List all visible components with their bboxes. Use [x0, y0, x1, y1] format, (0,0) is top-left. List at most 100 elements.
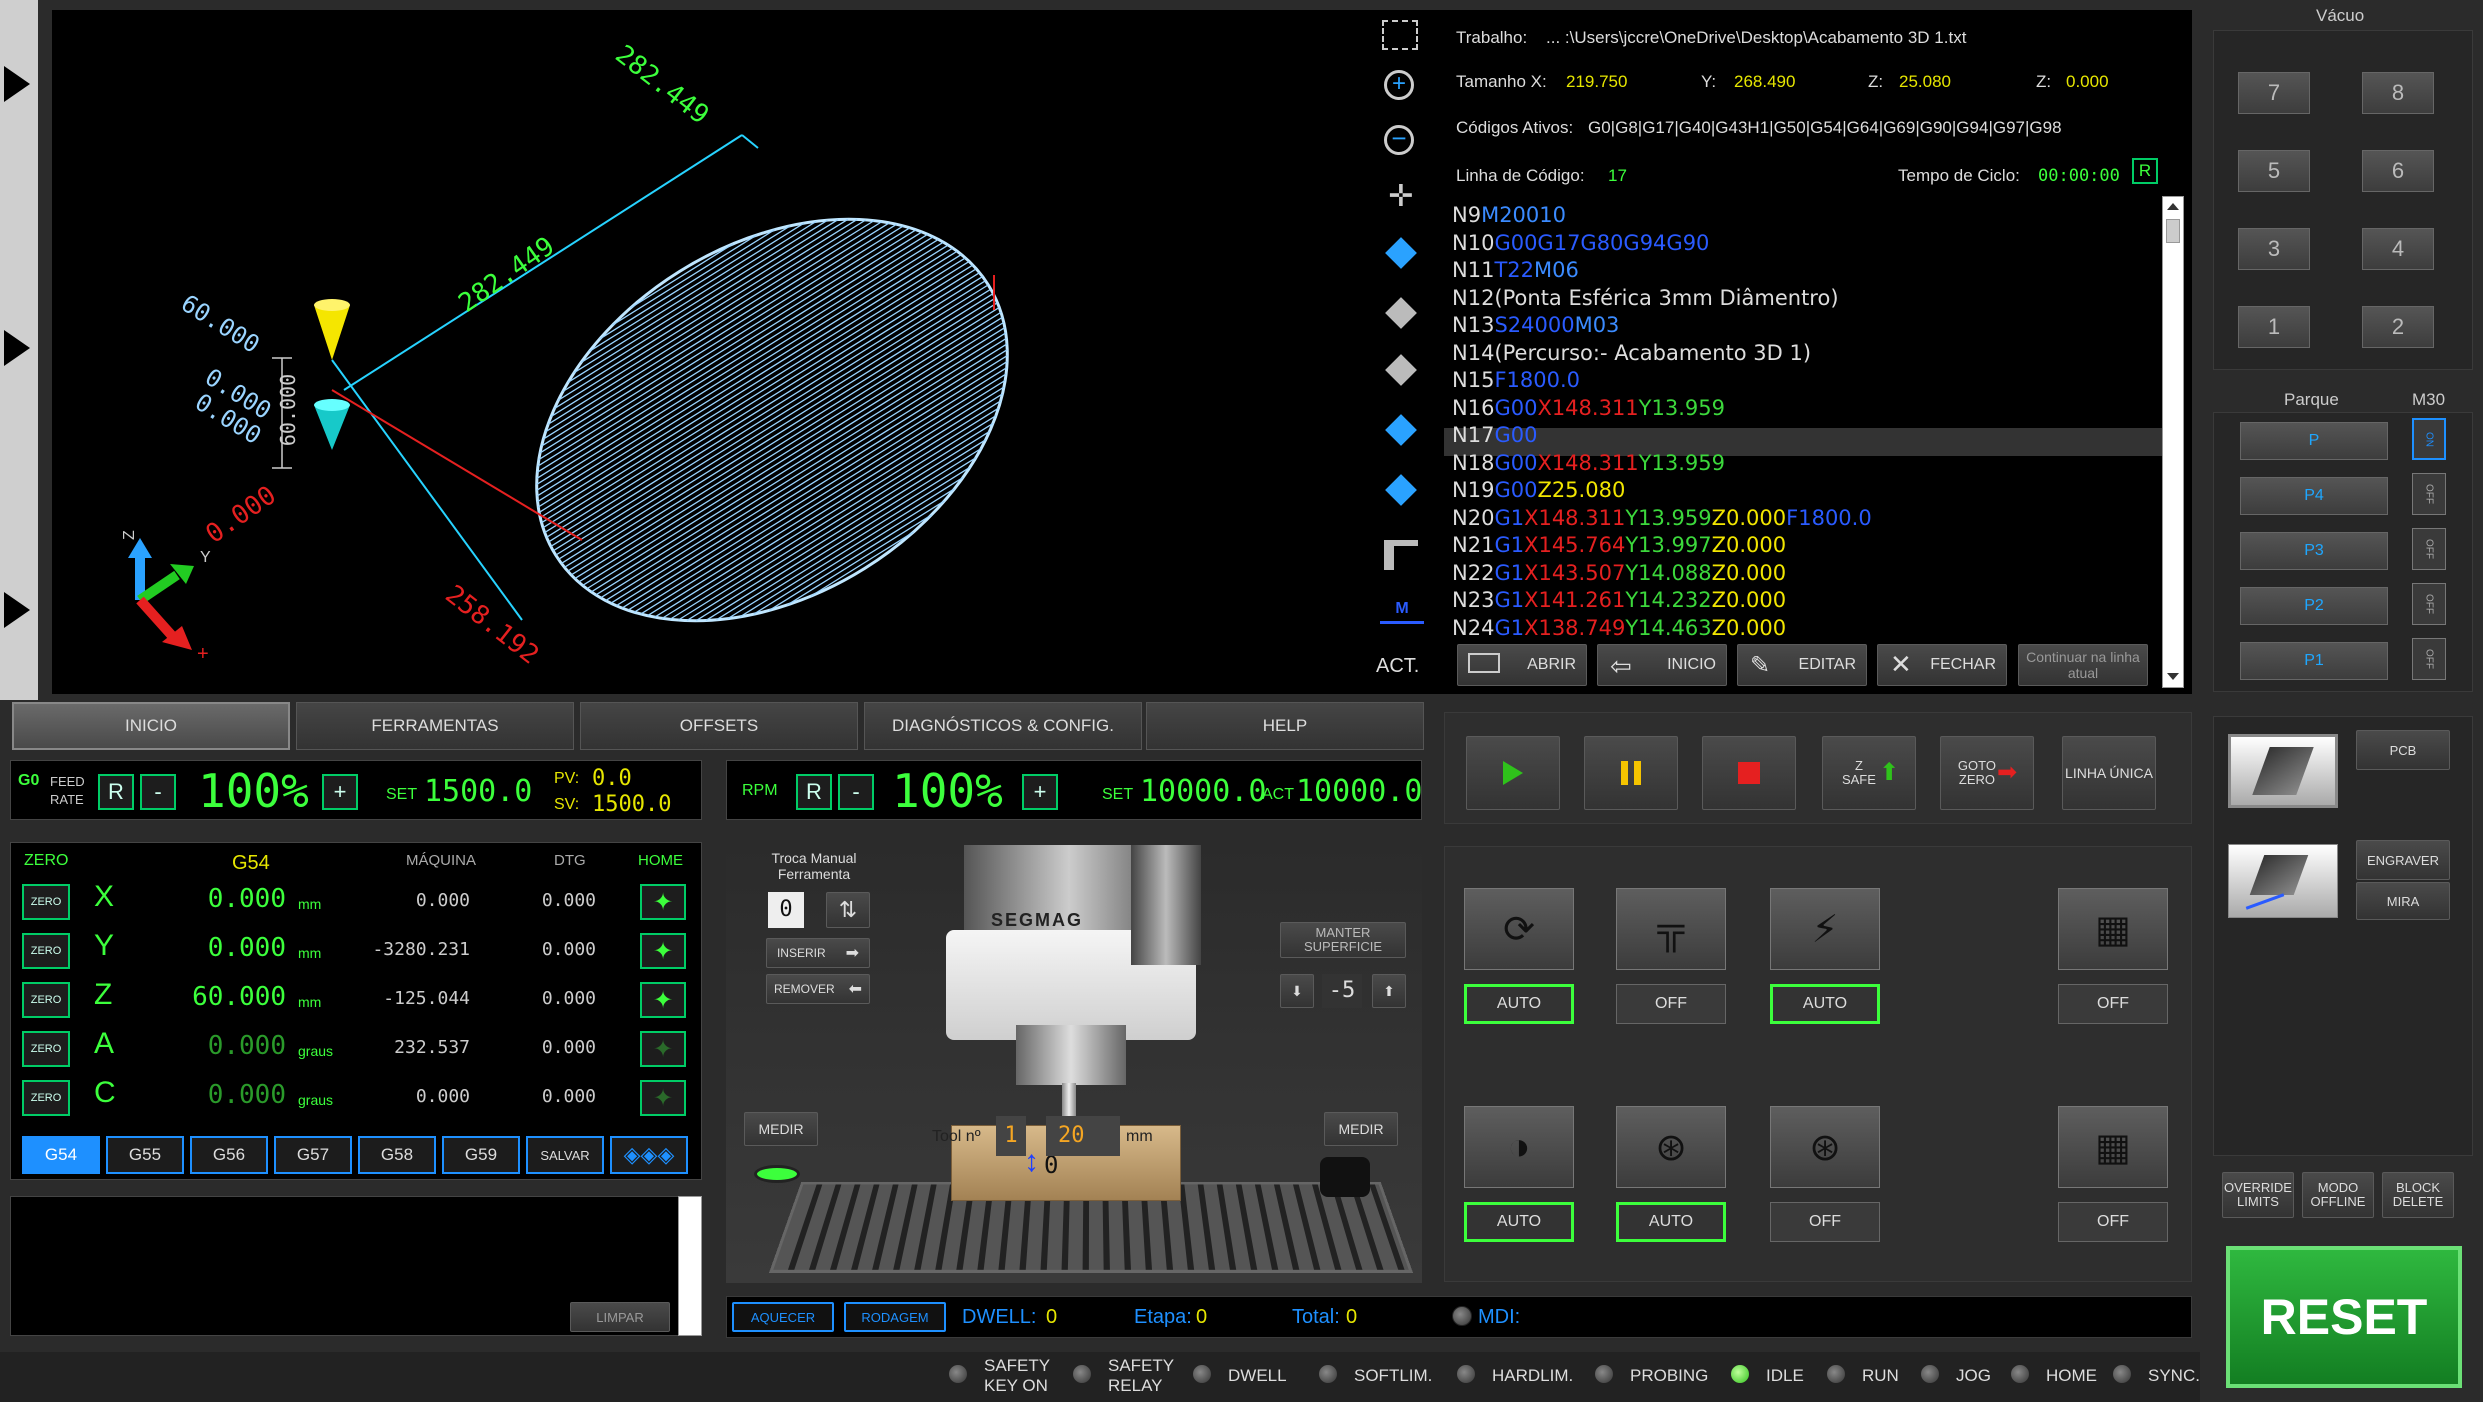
- pcb-button[interactable]: PCB: [2356, 730, 2450, 770]
- dust-hood-tile[interactable]: ╦: [1616, 888, 1726, 970]
- clear-console-button[interactable]: LIMPAR: [570, 1302, 670, 1332]
- collapse-arrow-icon[interactable]: [4, 592, 30, 628]
- z-safe-button[interactable]: Z SAFE ⬆: [1822, 736, 1916, 810]
- aspirator-tile[interactable]: ◑: [1464, 1106, 1574, 1188]
- tab-help[interactable]: HELP: [1146, 702, 1424, 750]
- fan-tile[interactable]: ⊛: [1616, 1106, 1726, 1188]
- m30-toggle[interactable]: OFF: [2412, 528, 2446, 570]
- aux-state-button[interactable]: AUTO: [1616, 1202, 1726, 1242]
- tab-ferramentas[interactable]: FERRAMENTAS: [296, 702, 574, 750]
- home-axis-icon[interactable]: ✦: [640, 933, 686, 969]
- home-axis-icon[interactable]: ✦: [640, 1080, 686, 1116]
- gcode-line[interactable]: N13S24000M03: [1452, 312, 2160, 340]
- vacuum-zone-button[interactable]: 5: [2238, 150, 2310, 192]
- refresh-tool-button[interactable]: ⇅: [826, 892, 870, 928]
- wcs-button-g59[interactable]: G59: [442, 1136, 520, 1174]
- vacuum-table-tile[interactable]: ▦: [2058, 888, 2168, 970]
- wcs-button-g54[interactable]: G54: [22, 1136, 100, 1174]
- scroll-thumb[interactable]: [2166, 219, 2180, 243]
- gcode-line[interactable]: N16G00X148.311Y13.959: [1452, 395, 2160, 423]
- tab-inicio[interactable]: INICIO: [12, 702, 290, 750]
- vacuum-zone-button[interactable]: 7: [2238, 72, 2310, 114]
- wcs-button-g56[interactable]: G56: [190, 1136, 268, 1174]
- aux-state-button[interactable]: AUTO: [1464, 1202, 1574, 1242]
- pause-button[interactable]: [1584, 736, 1678, 810]
- wcs-button-salvar[interactable]: SALVAR: [526, 1136, 604, 1174]
- view-side-icon[interactable]: [1385, 414, 1417, 446]
- mdi-input[interactable]: [1526, 1302, 2186, 1332]
- vacuum-zone-button[interactable]: 4: [2362, 228, 2434, 270]
- zero-axis-button[interactable]: ZERO: [22, 884, 70, 920]
- edit-file-button[interactable]: ✎ EDITAR: [1737, 644, 1867, 686]
- zoom-in-icon[interactable]: +: [1384, 70, 1414, 100]
- wcs-button-g57[interactable]: G57: [274, 1136, 352, 1174]
- home-axis-icon[interactable]: ✦: [640, 982, 686, 1018]
- all-home-button[interactable]: ◈◈◈: [610, 1136, 688, 1174]
- aux-state-button[interactable]: AUTO: [1464, 984, 1574, 1024]
- scroll-down-icon[interactable]: [2167, 673, 2179, 680]
- offline-mode-button[interactable]: MODO OFFLINE: [2302, 1172, 2374, 1218]
- block-delete-button[interactable]: BLOCK DELETE: [2382, 1172, 2454, 1218]
- goto-zero-button[interactable]: GOTO ZERO ➡: [1940, 736, 2034, 810]
- remove-tool-button[interactable]: REMOVER ⬅: [766, 974, 870, 1004]
- rpm-minus-button[interactable]: -: [838, 774, 874, 810]
- feed-minus-button[interactable]: -: [140, 774, 176, 810]
- vacuum-zone-button[interactable]: 2: [2362, 306, 2434, 348]
- zero-axis-button[interactable]: ZERO: [22, 1080, 70, 1116]
- air-blast-tile[interactable]: ⚡: [1770, 888, 1880, 970]
- surface-down-button[interactable]: ⬇: [1280, 974, 1314, 1008]
- fullscreen-icon[interactable]: [1382, 20, 1418, 50]
- vacuum-zone-button[interactable]: 6: [2362, 150, 2434, 192]
- view-top-icon[interactable]: [1385, 297, 1417, 329]
- gcode-line[interactable]: N9M20010: [1452, 202, 2160, 230]
- tool-view-icon[interactable]: [1384, 540, 1418, 570]
- keep-surface-button[interactable]: MANTER SUPERFICIE: [1280, 922, 1406, 958]
- gcode-line[interactable]: N19G00Z25.080: [1452, 477, 2160, 505]
- measure-icon[interactable]: M: [1380, 600, 1424, 624]
- override-limits-button[interactable]: OVERRIDE LIMITS: [2222, 1172, 2294, 1218]
- console-scrollbar[interactable]: [678, 1196, 702, 1336]
- aux-state-button[interactable]: OFF: [1616, 984, 1726, 1024]
- feed-plus-button[interactable]: +: [322, 774, 358, 810]
- collapse-arrow-icon[interactable]: [4, 330, 30, 366]
- surface-up-button[interactable]: ⬆: [1372, 974, 1406, 1008]
- router-mode-button[interactable]: [2228, 734, 2338, 808]
- tool-number-field[interactable]: 0: [768, 892, 804, 928]
- gcode-line[interactable]: N24G1X138.749Y14.463Z0.000: [1452, 615, 2160, 643]
- rpm-plus-button[interactable]: +: [1022, 774, 1058, 810]
- reset-button[interactable]: RESET: [2226, 1246, 2462, 1388]
- tab-diagnosticos[interactable]: DIAGNÓSTICOS & CONFIG.: [864, 702, 1142, 750]
- aux-state-button[interactable]: OFF: [2058, 984, 2168, 1024]
- feed-reset-button[interactable]: R: [98, 774, 134, 810]
- gcode-line[interactable]: N17G00: [1452, 422, 2160, 450]
- single-line-button[interactable]: LINHA ÚNICA: [2062, 736, 2156, 810]
- aux-state-button[interactable]: OFF: [1770, 1202, 1880, 1242]
- center-view-icon[interactable]: ✛: [1382, 180, 1420, 214]
- gcode-line[interactable]: N21G1X145.764Y13.997Z0.000: [1452, 532, 2160, 560]
- home-axis-icon[interactable]: ✦: [640, 1031, 686, 1067]
- gcode-line[interactable]: N12(Ponta Esférica 3mm Diâmentro): [1452, 285, 2160, 313]
- stop-button[interactable]: [1702, 736, 1796, 810]
- wcs-button-g58[interactable]: G58: [358, 1136, 436, 1174]
- gcode-line[interactable]: N15F1800.0: [1452, 367, 2160, 395]
- laser-mode-button[interactable]: [2228, 844, 2338, 918]
- collapse-arrow-icon[interactable]: [4, 66, 30, 102]
- m30-toggle[interactable]: OFF: [2412, 638, 2446, 680]
- view-right-icon[interactable]: [1385, 474, 1417, 506]
- engraver-button[interactable]: ENGRAVER: [2356, 840, 2450, 880]
- m30-toggle[interactable]: ON: [2412, 418, 2446, 460]
- zero-axis-button[interactable]: ZERO: [22, 982, 70, 1018]
- gcode-line[interactable]: N18G00X148.311Y13.959: [1452, 450, 2160, 478]
- vacuum-grid-tile[interactable]: ▦: [2058, 1106, 2168, 1188]
- gcode-line[interactable]: N10G00G17G80G94G90: [1452, 230, 2160, 258]
- scroll-up-icon[interactable]: [2167, 203, 2179, 210]
- gcode-line[interactable]: N22G1X143.507Y14.088Z0.000: [1452, 560, 2160, 588]
- continue-line-button[interactable]: Continuar na linha atual: [2018, 644, 2148, 686]
- view-front-icon[interactable]: [1385, 354, 1417, 386]
- park-button[interactable]: P2: [2240, 587, 2388, 625]
- cycle-reset-button[interactable]: R: [2132, 158, 2158, 184]
- zero-axis-button[interactable]: ZERO: [22, 933, 70, 969]
- toolpath-viewer[interactable]: Z Y + 282.449 282.449 60.000 0.000 0.000…: [52, 10, 1462, 694]
- gcode-line[interactable]: N23G1X141.261Y14.232Z0.000: [1452, 587, 2160, 615]
- park-button[interactable]: P3: [2240, 532, 2388, 570]
